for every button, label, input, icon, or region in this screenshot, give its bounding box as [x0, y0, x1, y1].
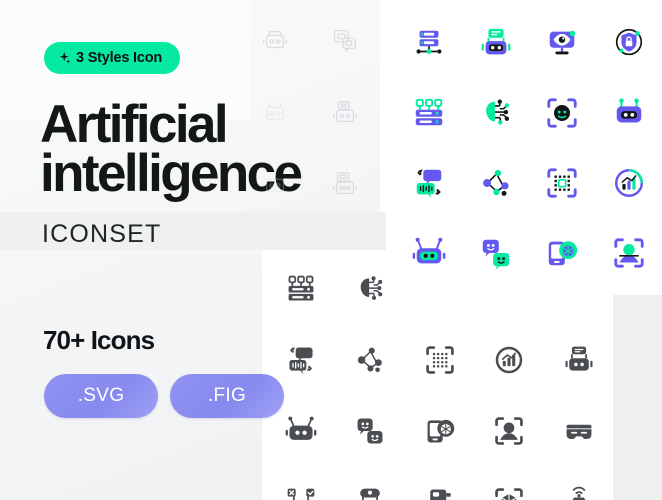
sparkle-icon	[59, 51, 70, 64]
icon-ai-brain-circuit-dark[interactable]	[336, 253, 406, 324]
icon-self-driving-car-dark[interactable]	[544, 466, 614, 500]
icon-slot-empty	[405, 253, 475, 324]
icon-slot-empty	[544, 253, 614, 324]
icon-ai-share-nodes-dark[interactable]	[336, 324, 406, 395]
icon-ai-server-rack-dark[interactable]	[266, 253, 336, 324]
icon-count-label: 70+ Icons	[43, 325, 155, 355]
ghost-icon-robot-blank	[240, 149, 310, 219]
icon-robot-antenna[interactable]	[596, 78, 662, 148]
icon-face-recognition-dark[interactable]	[475, 395, 545, 466]
ghost-icon-chat-bubbles	[310, 5, 380, 75]
dark-icon-grid	[266, 253, 614, 500]
color-icon-grid	[396, 8, 662, 288]
icon-ai-monitor-eye[interactable]	[529, 8, 596, 78]
icon-robot-head-dark[interactable]	[266, 395, 336, 466]
styles-badge: 3 Styles Icon	[44, 42, 181, 74]
icon-ai-translate-chat[interactable]	[396, 148, 463, 218]
page-subtitle: ICONSET	[42, 220, 162, 248]
icon-robot-task-dark[interactable]	[266, 466, 336, 500]
format-chip-group: .SVG .FIG	[44, 374, 284, 418]
icon-ai-shield-lock[interactable]	[596, 8, 662, 78]
icon-ai-analytics-circle[interactable]	[596, 148, 662, 218]
background-panel-gray-right	[613, 295, 662, 500]
icon-qr-scan-dark[interactable]	[405, 324, 475, 395]
icon-ai-translate-chat-dark[interactable]	[266, 324, 336, 395]
ghost-icon-robot-screen	[310, 149, 380, 219]
icon-box-scan-dark[interactable]	[475, 466, 545, 500]
icon-ai-analytics-circle-dark[interactable]	[475, 324, 545, 395]
icon-qr-scan[interactable]	[529, 148, 596, 218]
icon-robot-antenna-dark[interactable]	[544, 324, 614, 395]
ghost-icon-robot-head	[240, 5, 310, 75]
ghost-icon-grid	[240, 5, 380, 219]
styles-badge-label: 3 Styles Icon	[76, 50, 163, 66]
icon-ai-brain-circuit[interactable]	[463, 78, 530, 148]
ghost-icon-robot-face	[240, 77, 310, 147]
icon-robot-cloud-dark[interactable]	[336, 466, 406, 500]
poster-canvas: 3 Styles Icon Artificial intelligence IC…	[0, 0, 662, 500]
icon-ai-device-dark[interactable]	[405, 466, 475, 500]
icon-ai-server-network[interactable]	[396, 8, 463, 78]
icon-robot-chat[interactable]	[463, 8, 530, 78]
icon-ai-share-nodes[interactable]	[463, 148, 530, 218]
icon-face-scan[interactable]	[529, 78, 596, 148]
ghost-icon-robot-monitor	[310, 77, 380, 147]
icon-chat-emoji-bubbles-dark[interactable]	[336, 395, 406, 466]
icon-vr-headset-dark[interactable]	[544, 395, 614, 466]
icon-slot-empty	[475, 253, 545, 324]
icon-mobile-ai-cloud-dark[interactable]	[405, 395, 475, 466]
icon-ai-server-rack[interactable]	[396, 78, 463, 148]
format-chip-svg[interactable]: .SVG	[44, 374, 158, 418]
